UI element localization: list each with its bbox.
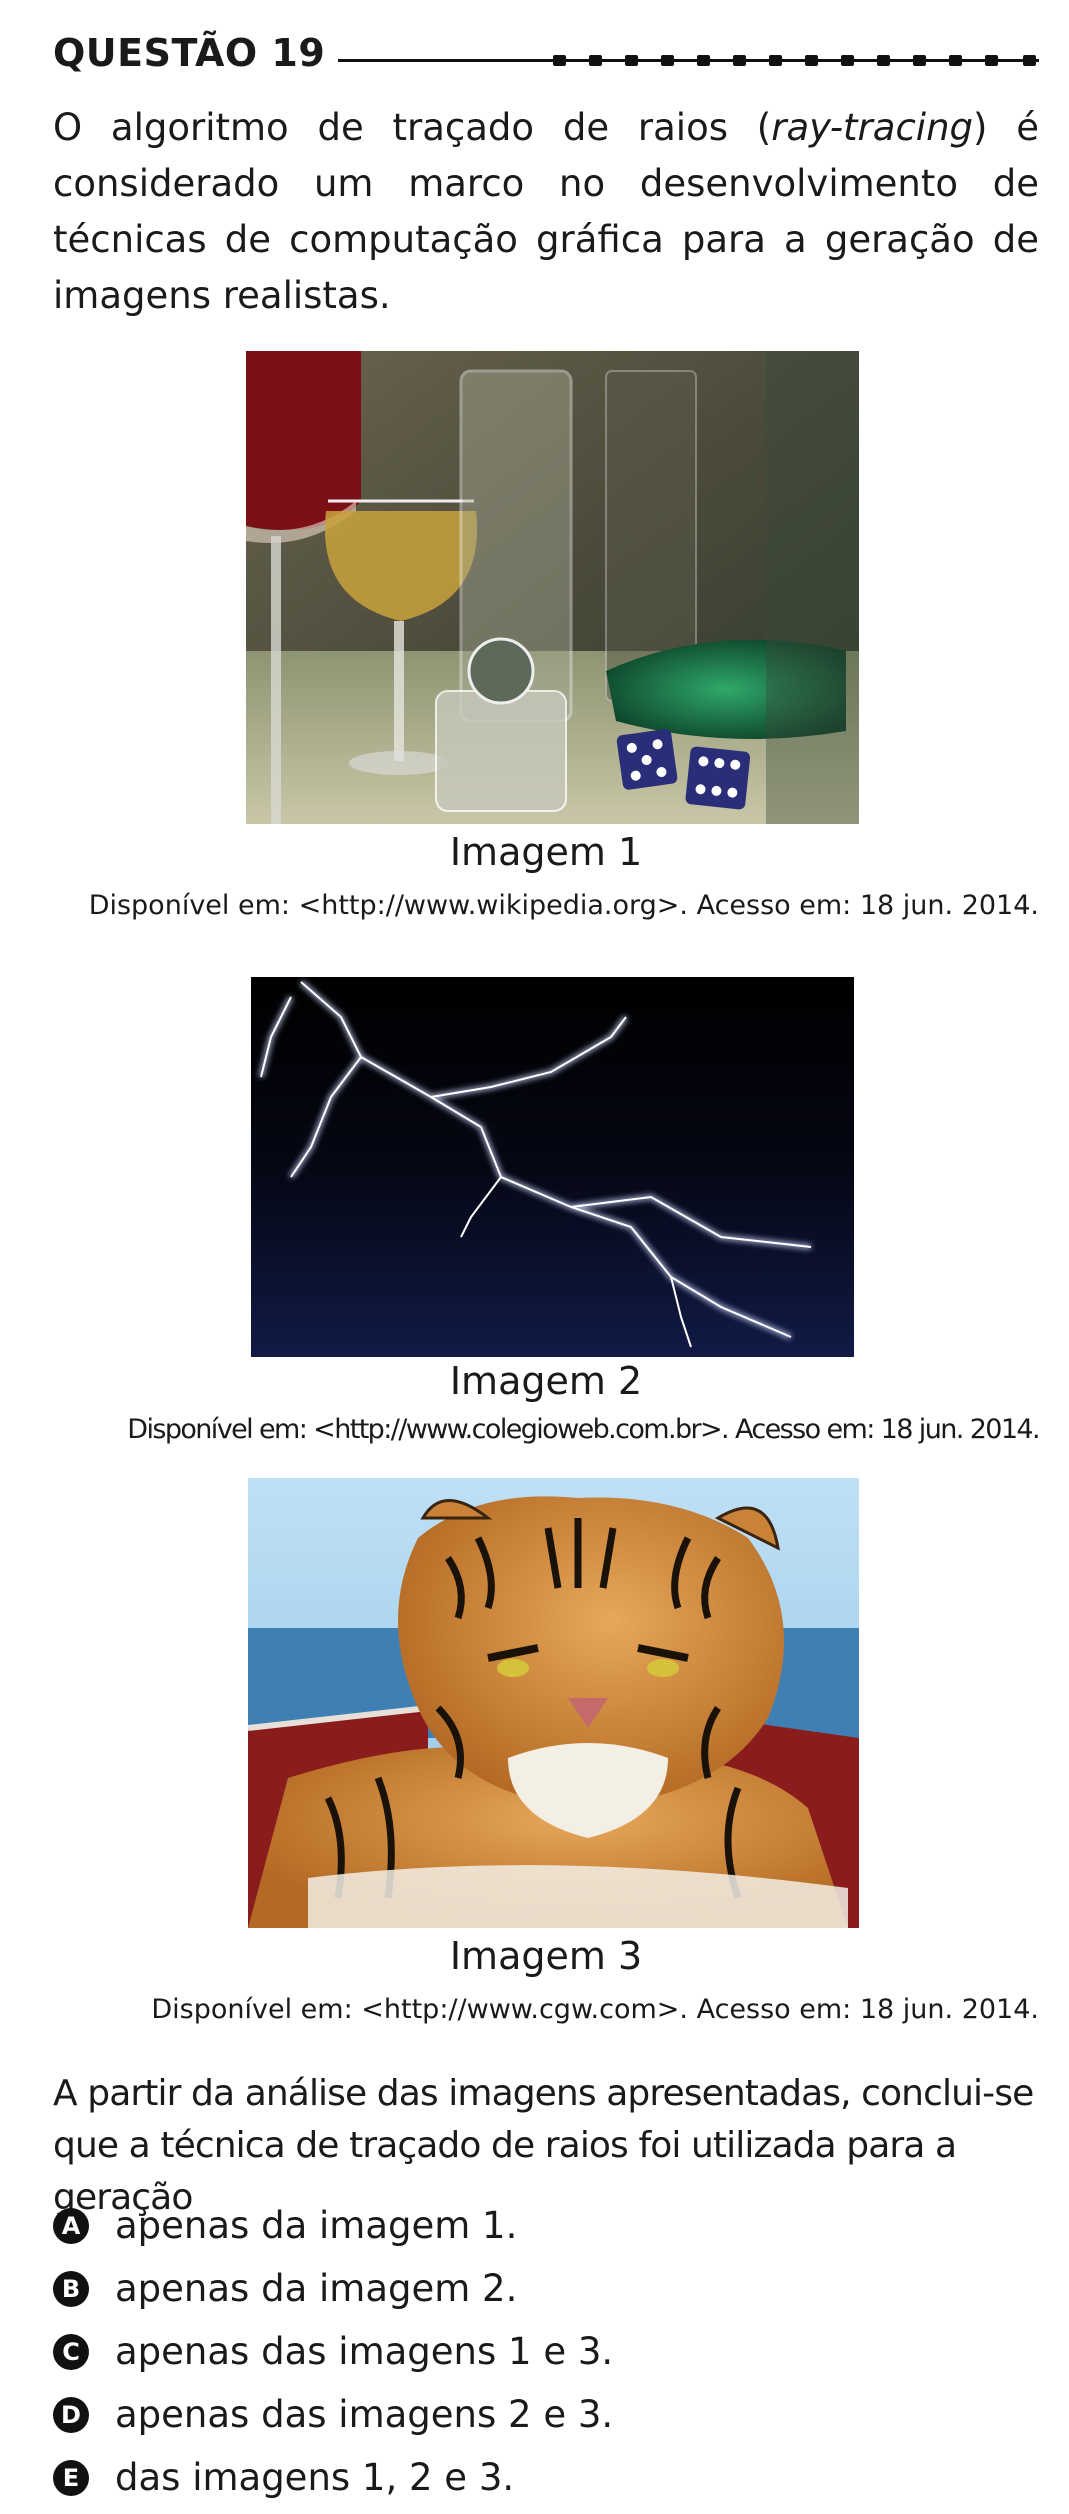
option-d[interactable]: D apenas das imagens 2 e 3.	[53, 2389, 613, 2441]
image-2-source: Disponível em: <http://www.colegioweb.co…	[127, 1414, 1040, 1445]
image-2-label: Imagem 2	[449, 1359, 643, 1403]
option-e-letter-icon: E	[53, 2460, 89, 2496]
header-rule	[338, 59, 568, 62]
tiger-image	[248, 1478, 859, 1928]
image-3-label: Imagem 3	[449, 1934, 643, 1978]
glasses-dice-render-image	[246, 351, 859, 824]
option-c[interactable]: C apenas das imagens 1 e 3.	[53, 2326, 613, 2378]
header-dotted-rule	[553, 55, 1039, 66]
option-a[interactable]: A apenas da imagem 1.	[53, 2200, 517, 2252]
option-d-text: apenas das imagens 2 e 3.	[115, 2393, 614, 2436]
option-d-letter-icon: D	[53, 2397, 89, 2433]
option-c-text: apenas das imagens 1 e 3.	[115, 2330, 614, 2373]
option-b-letter-icon: B	[53, 2271, 89, 2307]
option-c-letter-icon: C	[53, 2334, 89, 2370]
option-a-text: apenas da imagem 1.	[115, 2204, 518, 2247]
question-header: QUESTÃO 19	[53, 28, 1039, 78]
intro-italic-term: ray-tracing	[771, 106, 973, 149]
question-title: QUESTÃO 19	[53, 31, 326, 75]
option-b-text: apenas da imagem 2.	[115, 2267, 518, 2310]
question-intro: O algoritmo de traçado de raios (ray-tra…	[53, 106, 1039, 317]
option-a-letter-icon: A	[53, 2208, 89, 2244]
exam-page: QUESTÃO 19 O algoritmo de traçado de rai…	[53, 0, 1041, 2514]
option-e[interactable]: E das imagens 1, 2 e 3.	[53, 2452, 514, 2504]
image-1-label: Imagem 1	[449, 830, 643, 874]
option-e-text: das imagens 1, 2 e 3.	[115, 2456, 515, 2499]
lightning-image	[251, 977, 854, 1357]
image-3-source: Disponível em: <http://www.cgw.com>. Ace…	[151, 1994, 1039, 2025]
option-b[interactable]: B apenas da imagem 2.	[53, 2263, 517, 2315]
image-1-source: Disponível em: <http://www.wikipedia.org…	[88, 890, 1039, 921]
